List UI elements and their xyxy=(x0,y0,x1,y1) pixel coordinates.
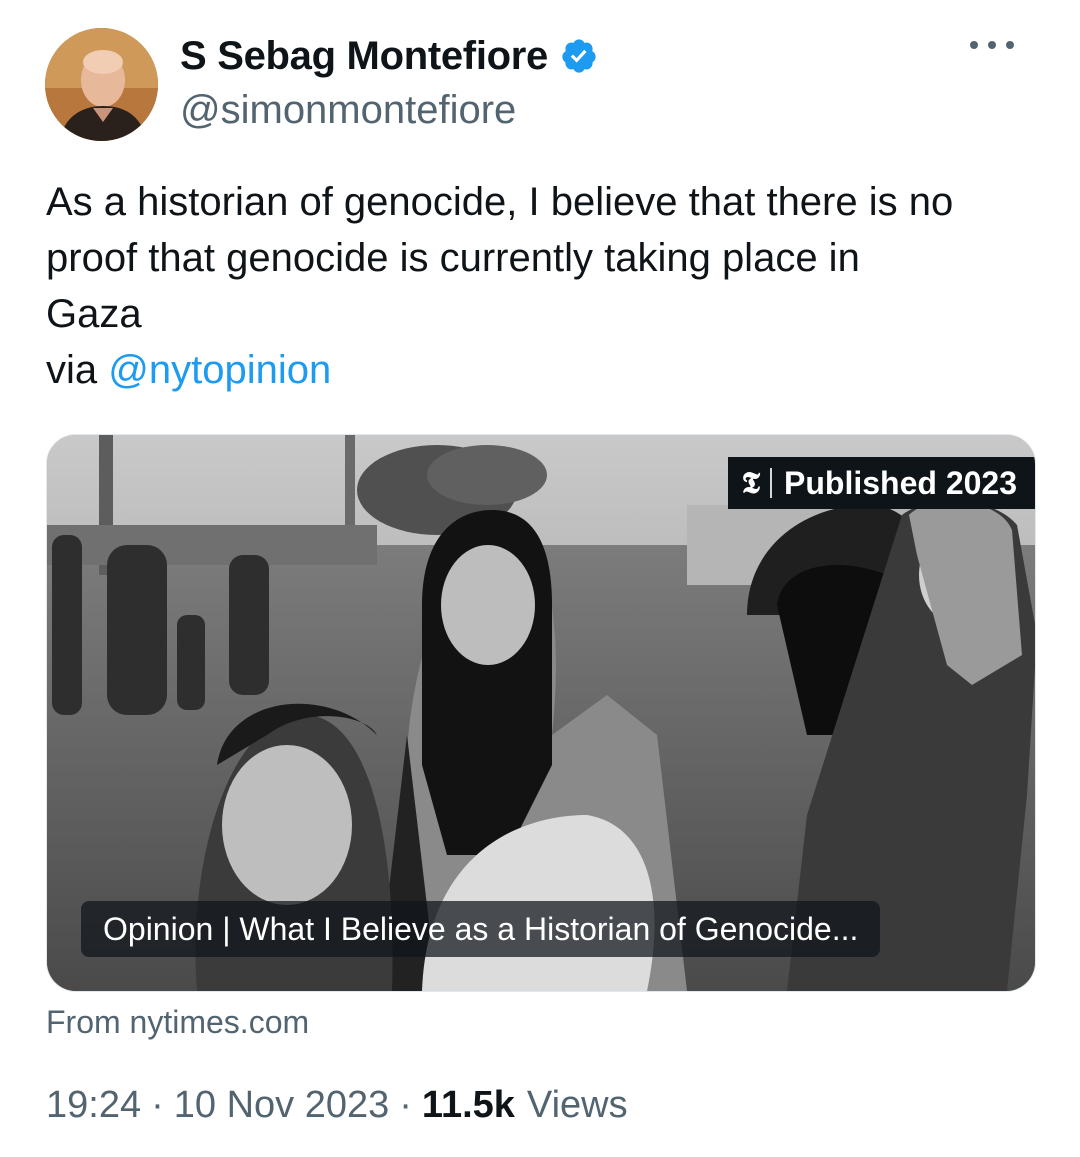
mention-link[interactable]: @nytopinion xyxy=(108,348,331,392)
author-handle[interactable]: @simonmontefiore xyxy=(180,88,516,133)
tweet-meta: 19:24 · 10 Nov 2023 · 11.5k Views xyxy=(46,1084,628,1127)
via-line: via @nytopinion xyxy=(46,342,331,398)
author-name-row: S Sebag Montefiore xyxy=(180,30,598,82)
nyt-logo-icon: 𝕿 xyxy=(741,465,761,501)
author-name[interactable]: S Sebag Montefiore xyxy=(180,34,548,79)
meta-separator: · xyxy=(399,1084,412,1126)
author-avatar[interactable] xyxy=(45,28,158,141)
via-prefix: via xyxy=(46,348,109,392)
tweet-time[interactable]: 19:24 xyxy=(46,1084,141,1127)
views-count: 11.5k xyxy=(421,1084,515,1126)
views-label: Views xyxy=(526,1084,628,1126)
badge-divider xyxy=(770,468,773,498)
card-caption[interactable]: Opinion | What I Believe as a Historian … xyxy=(81,901,881,957)
tweet: S Sebag Montefiore @simonmontefiore As a… xyxy=(0,0,1080,1157)
published-badge: 𝕿 Published 2023 xyxy=(727,457,1035,509)
link-card[interactable]: 𝕿 Published 2023 Opinion | What I Believ… xyxy=(46,434,1036,992)
verified-badge-icon xyxy=(560,37,598,75)
tweet-text: As a historian of genocide, I believe th… xyxy=(46,180,954,336)
published-label: Published 2023 xyxy=(784,464,1017,501)
card-source[interactable]: From nytimes.com xyxy=(46,1004,309,1041)
more-options-icon[interactable] xyxy=(970,30,1014,60)
tweet-date[interactable]: 10 Nov 2023 xyxy=(174,1084,390,1127)
avatar-photo xyxy=(45,28,158,141)
meta-separator: · xyxy=(151,1084,164,1126)
